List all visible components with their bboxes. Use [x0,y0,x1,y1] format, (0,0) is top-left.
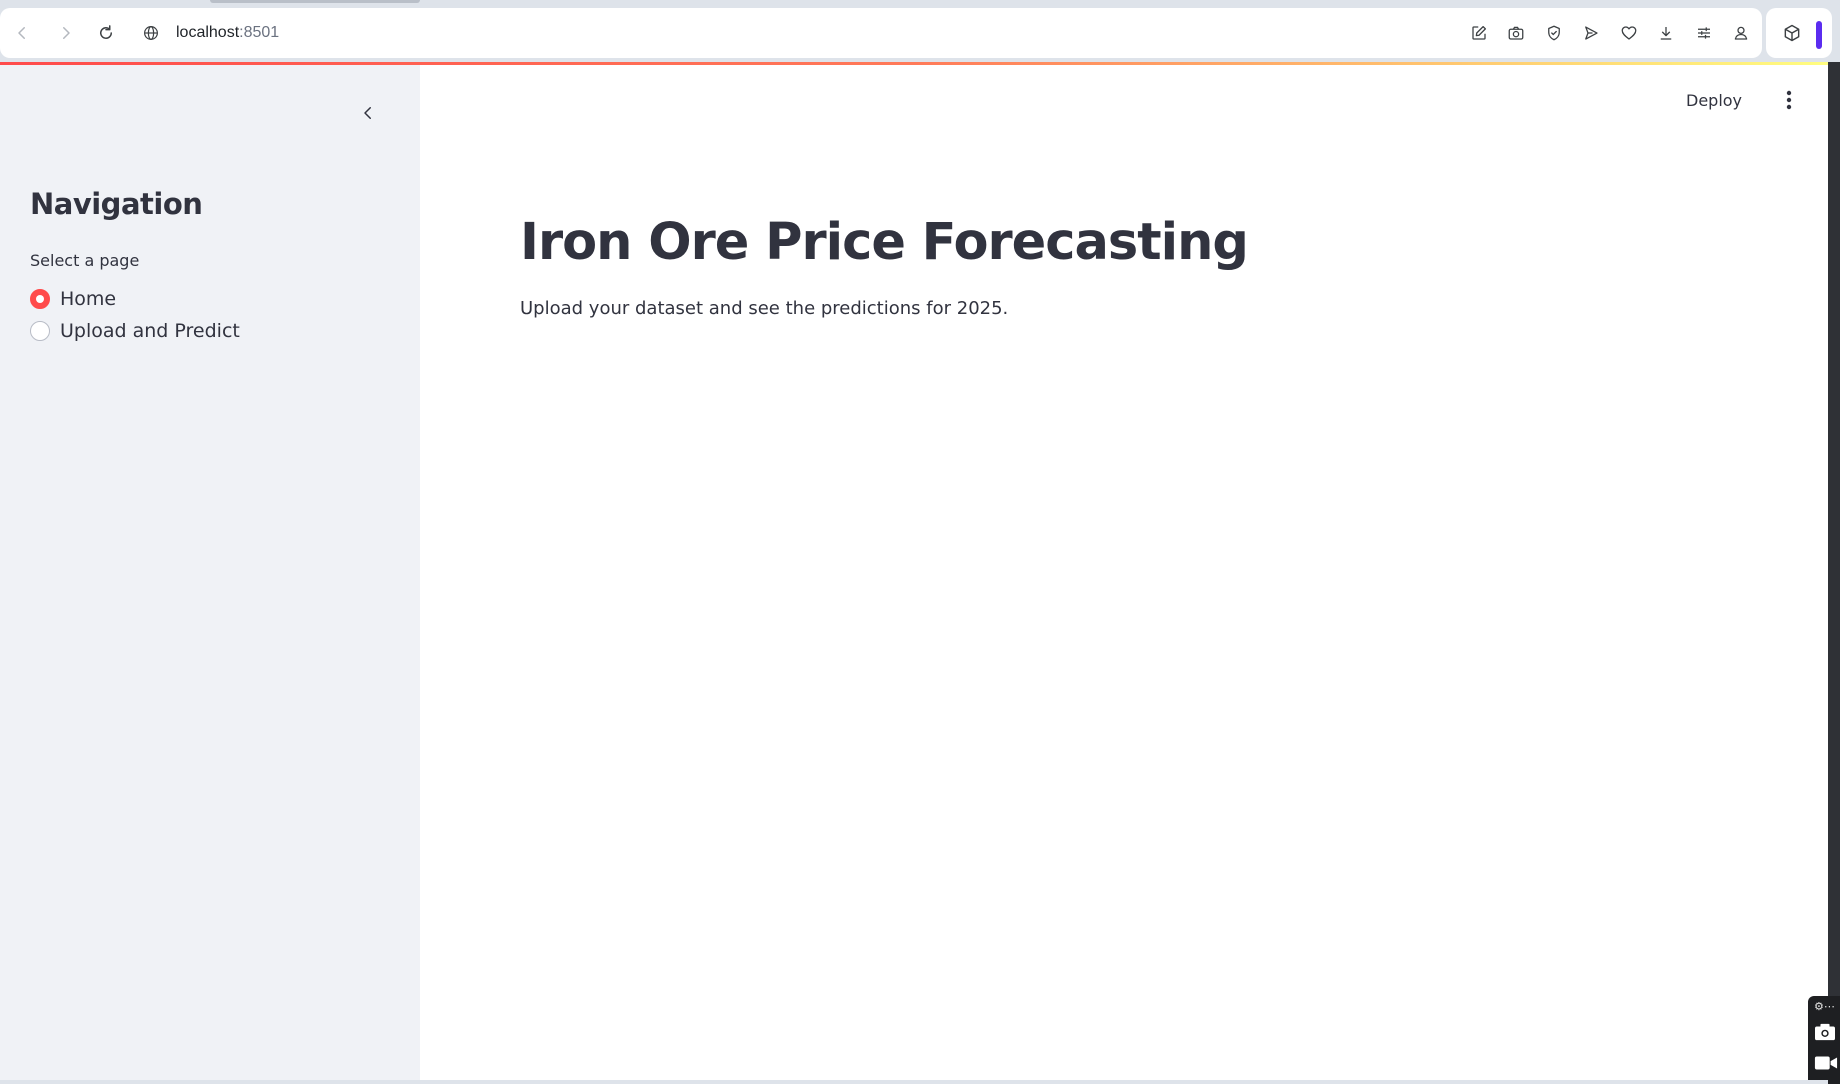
app-viewport: Navigation Select a page Home Upload and… [0,62,1828,1082]
radio-option-home[interactable]: Home [30,287,116,311]
toolbar-actions [1460,8,1760,58]
forward-button[interactable] [46,8,86,58]
window-scrollbar[interactable] [1828,62,1840,1084]
cube-icon[interactable] [1782,23,1802,43]
arrow-left-icon [18,27,25,39]
camera-icon [1508,26,1524,40]
snapshot-button[interactable] [1498,8,1536,58]
radio-group-label: Select a page [30,251,140,270]
profile-button[interactable] [1723,8,1761,58]
page-title: Iron Ore Price Forecasting [520,213,1249,272]
site-info-button[interactable] [136,16,166,50]
reload-icon [100,25,112,39]
shield-icon [1547,25,1560,41]
radio-button[interactable] [30,321,50,341]
page-description: Upload your dataset and see the predicti… [520,298,1009,319]
main-menu-button[interactable] [1774,85,1804,115]
main-content: Deploy Iron Ore Price Forecasting Upload… [420,65,1828,1082]
sidebar-title: Navigation [30,187,203,221]
collapse-sidebar-button[interactable] [356,101,380,125]
sidebar: Navigation Select a page Home Upload and… [0,65,420,1082]
edit-button[interactable] [1460,8,1498,58]
deploy-button[interactable]: Deploy [1686,85,1742,115]
radio-option-label: Home [60,288,117,310]
capture-widget: ⚙⋯ [1808,996,1840,1084]
camera-icon[interactable] [1814,1022,1836,1042]
browser-toolbar: localhost:8501 [0,8,1762,58]
radio-dot [36,295,44,303]
chevron-left-icon [364,107,371,119]
url-text: localhost:8501 [176,24,279,42]
url-port: :8501 [239,24,280,41]
radio-option-upload-and-predict[interactable]: Upload and Predict [30,319,240,343]
heart-icon [1621,26,1637,40]
edit-icon [1472,25,1486,40]
kebab-menu-icon [1786,90,1792,110]
reload-button[interactable] [86,8,126,58]
radio-button-checked[interactable] [30,289,50,309]
extensions-area [1766,8,1832,58]
tab-shadow [210,0,420,3]
favorites-button[interactable] [1610,8,1648,58]
url-host: localhost [176,24,240,41]
widget-options-icon[interactable]: ⚙⋯ [1814,1000,1835,1013]
arrow-right-icon [63,27,70,39]
radio-option-label: Upload and Predict [60,320,240,342]
settings-button[interactable] [1685,8,1723,58]
send-icon [1585,26,1598,40]
download-icon [1661,27,1672,40]
extension-indicator [1816,21,1822,49]
back-button[interactable] [2,8,42,58]
downloads-button[interactable] [1648,8,1686,58]
sliders-icon [1697,27,1710,39]
window-bottom-strip [0,1080,1828,1084]
globe-icon [144,26,158,40]
profile-icon [1734,26,1748,40]
send-button[interactable] [1573,8,1611,58]
video-icon[interactable] [1814,1054,1838,1072]
shield-button[interactable] [1535,8,1573,58]
address-bar[interactable]: localhost:8501 [136,16,1396,50]
